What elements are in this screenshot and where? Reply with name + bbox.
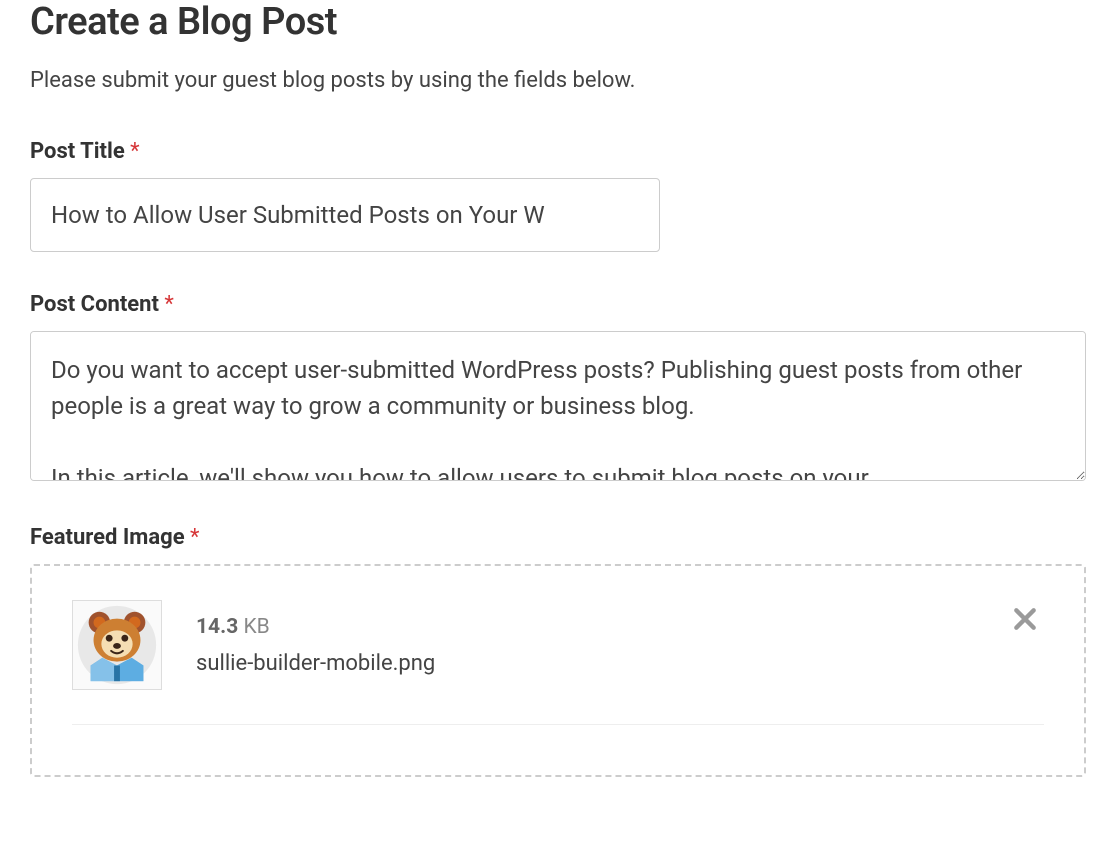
- required-marker: *: [190, 525, 199, 550]
- post-content-label: Post Content *: [30, 292, 1086, 317]
- post-title-label: Post Title *: [30, 139, 1086, 164]
- uploaded-file-item: 14.3 KB sullie-builder-mobile.png: [72, 600, 1044, 725]
- label-text: Post Title: [30, 139, 125, 164]
- label-text: Post Content: [30, 292, 159, 317]
- field-post-content: Post Content *: [30, 292, 1086, 485]
- remove-file-button[interactable]: [1006, 600, 1044, 638]
- featured-image-label: Featured Image *: [30, 525, 1086, 550]
- post-title-input[interactable]: [30, 178, 660, 252]
- file-name: sullie-builder-mobile.png: [196, 651, 1006, 676]
- sullie-avatar-icon: [73, 600, 161, 690]
- post-content-textarea[interactable]: [30, 331, 1086, 481]
- form-description: Please submit your guest blog posts by u…: [30, 64, 1086, 97]
- required-marker: *: [130, 139, 139, 164]
- file-size-unit: KB: [243, 615, 269, 639]
- form-title: Create a Blog Post: [30, 0, 1086, 44]
- file-size: 14.3 KB: [196, 615, 1006, 639]
- file-meta: 14.3 KB sullie-builder-mobile.png: [196, 615, 1006, 676]
- required-marker: *: [164, 292, 173, 317]
- field-post-title: Post Title *: [30, 139, 1086, 252]
- file-size-number: 14.3: [196, 615, 238, 639]
- label-text: Featured Image: [30, 525, 185, 550]
- upload-dropzone[interactable]: 14.3 KB sullie-builder-mobile.png: [30, 564, 1086, 777]
- field-featured-image: Featured Image *: [30, 525, 1086, 777]
- file-thumbnail: [72, 600, 162, 690]
- close-icon: [1012, 606, 1038, 632]
